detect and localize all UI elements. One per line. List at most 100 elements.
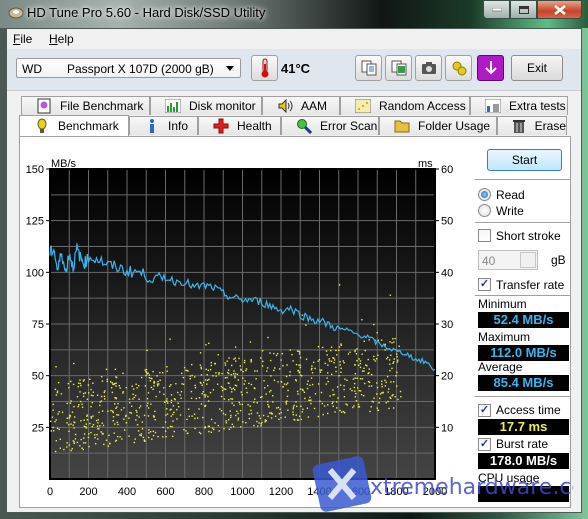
access-time-point (327, 380, 329, 383)
access-time-point (67, 382, 69, 385)
access-time-point (73, 416, 76, 418)
access-time-point (92, 382, 94, 384)
access-time-point (116, 421, 118, 424)
access-time-point (275, 407, 278, 409)
access-time-point (358, 358, 360, 360)
access-time-point (55, 440, 57, 442)
access-time-point (68, 424, 70, 426)
access-time-point (147, 392, 150, 394)
drive-select[interactable]: WD Passport X 107D (2000 gB) (16, 58, 241, 78)
access-time-point (333, 362, 335, 364)
minimize-button[interactable] (483, 0, 510, 19)
access-time-point (354, 377, 356, 379)
tabs-row-2: Benchmark Info Health Error Scan Folder … (7, 115, 581, 136)
access-time-point (154, 418, 156, 421)
temperature-readout: 41°C (281, 61, 311, 76)
copy-text-button[interactable] (355, 55, 382, 81)
access-time-point (204, 396, 206, 398)
close-button[interactable] (537, 0, 582, 19)
start-button[interactable]: Start (487, 149, 562, 171)
access-time-point (117, 414, 120, 416)
screenshot-button[interactable] (415, 55, 442, 81)
tab-erase[interactable]: Erase (497, 116, 567, 135)
tab-folder-usage[interactable]: Folder Usage (379, 116, 497, 135)
access-time-point (99, 401, 101, 403)
access-time-point (387, 388, 390, 390)
tab-aam[interactable]: AAM (262, 96, 340, 115)
temperature-button[interactable] (251, 55, 278, 81)
access-time-point (130, 412, 133, 414)
access-time-point (140, 434, 142, 437)
access-time-point (129, 402, 131, 404)
x-tick-label: 1600 (346, 486, 370, 498)
access-time-point (330, 360, 333, 363)
access-time-point (264, 421, 266, 423)
access-time-point (73, 362, 75, 365)
exit-button[interactable]: Exit (511, 55, 563, 81)
access-time-point (168, 385, 171, 388)
tab-random-access[interactable]: Random Access (340, 96, 470, 115)
maximize-button[interactable] (510, 0, 537, 19)
tab-extra-tests[interactable]: Extra tests (470, 96, 568, 115)
access-time-point (269, 352, 271, 354)
menu-help[interactable]: Help (49, 32, 74, 46)
access-time-point (229, 386, 231, 389)
access-time-point (397, 359, 399, 361)
benchmark-side-panel: Start Read Write Short stroke 40 gB ✓ Tr… (475, 137, 571, 507)
access-time-point (273, 379, 276, 382)
menu-file[interactable]: File (13, 32, 32, 46)
access-time-point (393, 358, 395, 360)
short-stroke-checkbox[interactable] (478, 229, 491, 242)
access-time-point (221, 386, 224, 389)
access-time-point (385, 357, 388, 360)
access-time-point (274, 415, 277, 417)
access-time-point (74, 438, 77, 440)
access-time-point (106, 378, 109, 381)
access-time-point (236, 373, 239, 375)
options-button[interactable] (445, 55, 472, 81)
y2-tick-label: 10 (441, 422, 453, 434)
access-time-point (83, 433, 86, 435)
access-time-point (262, 360, 264, 363)
x-tick-label: 1800 (384, 486, 408, 498)
access-time-point (367, 358, 369, 361)
access-time-point (320, 391, 323, 394)
access-time-point (189, 375, 191, 377)
spin-updown-icon[interactable] (520, 252, 536, 268)
write-radio[interactable] (478, 204, 491, 217)
read-radio[interactable] (478, 188, 491, 201)
access-time-point (311, 367, 313, 370)
tab-error-scan[interactable]: Error Scan (281, 116, 379, 135)
access-time-point (258, 422, 260, 424)
tab-file-benchmark[interactable]: File Benchmark (21, 96, 150, 115)
access-time-point (376, 331, 378, 334)
short-stroke-input[interactable]: 40 (478, 250, 538, 270)
access-time-point (225, 420, 227, 422)
access-time-point (266, 367, 269, 369)
access-time-point (356, 377, 358, 379)
access-time-point (66, 422, 68, 424)
access-time-point (256, 402, 258, 404)
tab-health[interactable]: Health (198, 116, 281, 135)
tab-disk-monitor[interactable]: Disk monitor (150, 96, 262, 115)
access-time-point (110, 387, 113, 389)
access-time-point (235, 360, 237, 362)
access-time-checkbox[interactable]: ✓ (478, 404, 491, 417)
access-time-point (183, 428, 185, 431)
save-button[interactable] (477, 55, 504, 81)
access-time-point (147, 436, 150, 439)
access-time-point (59, 447, 62, 449)
access-time-point (153, 415, 155, 418)
burst-rate-checkbox[interactable]: ✓ (478, 438, 491, 451)
access-time-point (58, 428, 60, 431)
access-time-point (170, 399, 173, 402)
tab-benchmark[interactable]: Benchmark (19, 115, 129, 136)
copy-image-button[interactable] (385, 55, 412, 81)
transfer-rate-checkbox[interactable]: ✓ (478, 278, 491, 291)
access-time-point (77, 385, 79, 388)
access-time-point (223, 388, 225, 390)
access-time-point (180, 397, 182, 399)
tab-info[interactable]: Info (129, 116, 198, 135)
access-time-point (298, 351, 301, 353)
access-time-point (298, 364, 300, 366)
